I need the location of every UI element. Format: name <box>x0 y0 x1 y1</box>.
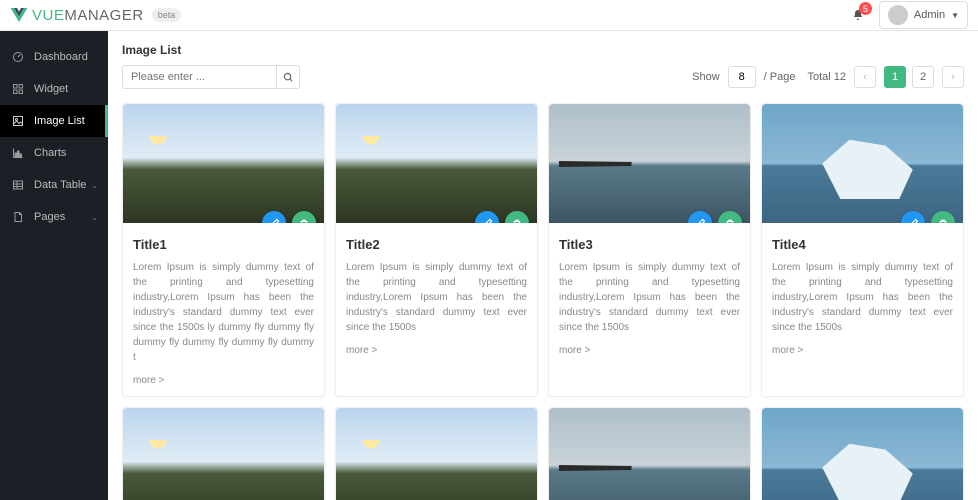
logo-mark-icon <box>10 8 28 22</box>
search-input[interactable] <box>122 65 276 89</box>
card-thumbnail[interactable] <box>549 104 750 223</box>
card-title: Title2 <box>346 237 527 252</box>
delete-button[interactable] <box>505 211 529 223</box>
card-grid: Title1 Lorem Ipsum is simply dummy text o… <box>122 103 964 500</box>
sidebar-item-label: Pages <box>34 211 65 223</box>
more-link[interactable]: more > <box>559 345 590 356</box>
card-description: Lorem Ipsum is simply dummy text of the … <box>772 260 953 335</box>
notification-badge: 5 <box>859 2 872 15</box>
table-icon <box>12 179 24 191</box>
card-description: Lorem Ipsum is simply dummy text of the … <box>346 260 527 335</box>
logo-text: VUEMANAGER <box>32 7 144 24</box>
caret-down-icon: ▼ <box>951 11 959 20</box>
sidebar-item-dashboard[interactable]: Dashboard <box>0 41 108 73</box>
sidebar-item-pages[interactable]: Pages ⌄ <box>0 201 108 233</box>
sidebar-item-label: Charts <box>34 147 66 159</box>
pages-icon <box>12 211 24 223</box>
pencil-icon <box>482 218 493 224</box>
search-button[interactable] <box>276 65 300 89</box>
sidebar-item-data-table[interactable]: Data Table ⌄ <box>0 169 108 201</box>
image-card: Title6Lorem Ipsum is simply dummy text o… <box>335 407 538 500</box>
content: Image List Show / Page Total 12 ‹ 12 › T… <box>108 31 978 500</box>
show-label: Show <box>692 71 720 83</box>
user-menu[interactable]: Admin ▼ <box>879 1 968 29</box>
sidebar-item-label: Data Table <box>34 179 86 191</box>
card-thumbnail[interactable] <box>762 104 963 223</box>
image-card: Title4 Lorem Ipsum is simply dummy text o… <box>761 103 964 397</box>
edit-button[interactable] <box>901 211 925 223</box>
image-card: Title2 Lorem Ipsum is simply dummy text o… <box>335 103 538 397</box>
delete-button[interactable] <box>292 211 316 223</box>
next-page-button[interactable]: › <box>942 66 964 88</box>
card-thumbnail[interactable] <box>762 408 963 500</box>
notifications-button[interactable]: 5 <box>852 8 864 22</box>
chevron-left-icon: ‹ <box>863 71 867 83</box>
sidebar-item-label: Widget <box>34 83 68 95</box>
card-description: Lorem Ipsum is simply dummy text of the … <box>559 260 740 335</box>
per-page-label: / Page <box>764 71 796 83</box>
sidebar-item-widget[interactable]: Widget <box>0 73 108 105</box>
trash-icon <box>938 218 948 224</box>
user-label: Admin <box>914 9 945 21</box>
more-link[interactable]: more > <box>133 375 164 386</box>
more-link[interactable]: more > <box>772 345 803 356</box>
sidebar-item-label: Dashboard <box>34 51 88 63</box>
search-icon <box>283 72 294 83</box>
card-thumbnail[interactable] <box>336 104 537 223</box>
pagination: Show / Page Total 12 ‹ 12 › <box>692 66 964 88</box>
page-button-2[interactable]: 2 <box>912 66 934 88</box>
total-label: Total 12 <box>807 71 846 83</box>
image-icon <box>12 115 24 127</box>
logo[interactable]: VUEMANAGER beta <box>10 7 181 24</box>
card-thumbnail[interactable] <box>123 104 324 223</box>
card-title: Title3 <box>559 237 740 252</box>
beta-tag: beta <box>152 8 182 22</box>
card-thumbnail[interactable] <box>123 408 324 500</box>
card-description: Lorem Ipsum is simply dummy text of the … <box>133 260 314 365</box>
toolbar: Show / Page Total 12 ‹ 12 › <box>122 65 964 89</box>
edit-button[interactable] <box>475 211 499 223</box>
trash-icon <box>512 218 522 224</box>
trash-icon <box>725 218 735 224</box>
widget-icon <box>12 83 24 95</box>
more-link[interactable]: more > <box>346 345 377 356</box>
sidebar-item-label: Image List <box>34 115 85 127</box>
header: VUEMANAGER beta 5 Admin ▼ <box>0 0 978 31</box>
image-card: Title5Lorem Ipsum is simply dummy text o… <box>122 407 325 500</box>
card-title: Title1 <box>133 237 314 252</box>
sidebar-item-image-list[interactable]: Image List <box>0 105 108 137</box>
chevron-down-icon: ⌄ <box>91 181 98 190</box>
delete-button[interactable] <box>931 211 955 223</box>
page-title: Image List <box>122 43 964 57</box>
page-button-1[interactable]: 1 <box>884 66 906 88</box>
pencil-icon <box>269 218 280 224</box>
image-card: Title7Lorem Ipsum is simply dummy text o… <box>548 407 751 500</box>
sidebar-item-charts[interactable]: Charts <box>0 137 108 169</box>
sidebar: Dashboard Widget Image List Charts Data Tabl… <box>0 31 108 500</box>
card-thumbnail[interactable] <box>549 408 750 500</box>
prev-page-button[interactable]: ‹ <box>854 66 876 88</box>
delete-button[interactable] <box>718 211 742 223</box>
card-thumbnail[interactable] <box>336 408 537 500</box>
card-title: Title4 <box>772 237 953 252</box>
charts-icon <box>12 147 24 159</box>
page-size-input[interactable] <box>728 66 756 88</box>
avatar <box>888 5 908 25</box>
image-card: Title8Lorem Ipsum is simply dummy text o… <box>761 407 964 500</box>
image-card: Title3 Lorem Ipsum is simply dummy text o… <box>548 103 751 397</box>
edit-button[interactable] <box>262 211 286 223</box>
trash-icon <box>299 218 309 224</box>
pencil-icon <box>695 218 706 224</box>
edit-button[interactable] <box>688 211 712 223</box>
dashboard-icon <box>12 51 24 63</box>
image-card: Title1 Lorem Ipsum is simply dummy text o… <box>122 103 325 397</box>
search-wrap <box>122 65 300 89</box>
pencil-icon <box>908 218 919 224</box>
chevron-down-icon: ⌄ <box>91 213 98 222</box>
chevron-right-icon: › <box>951 71 955 83</box>
